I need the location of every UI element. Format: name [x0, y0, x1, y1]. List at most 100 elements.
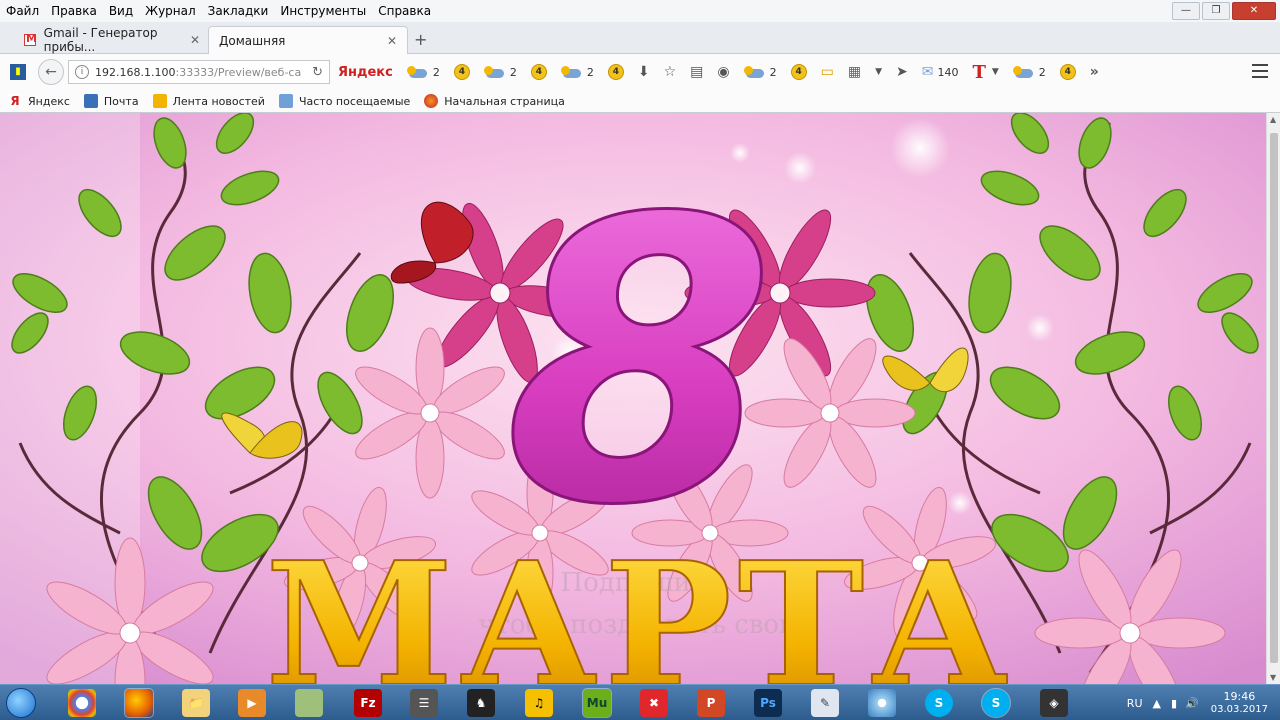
- bookmark-mail[interactable]: Почта: [83, 94, 139, 108]
- headphones-icon[interactable]: ♫: [525, 689, 553, 717]
- bookmark-label: Лента новостей: [172, 94, 265, 108]
- bookmark-star-icon[interactable]: ☆: [664, 64, 677, 80]
- big-eight: 8: [504, 136, 775, 590]
- menu-edit[interactable]: Правка: [45, 4, 103, 18]
- yandex-search-button[interactable]: Яндекс: [338, 65, 393, 80]
- menu-file[interactable]: Файл: [0, 4, 45, 18]
- language-indicator[interactable]: RU: [1127, 697, 1143, 710]
- send-icon[interactable]: ➤: [896, 64, 908, 80]
- notes-icon[interactable]: [295, 689, 323, 717]
- weather-icon: [1012, 66, 1035, 78]
- news-icon: [152, 94, 167, 108]
- coin-icon: 4: [530, 64, 547, 80]
- tray-overflow-icon[interactable]: ▲: [1153, 697, 1161, 710]
- menu-bookmarks[interactable]: Закладки: [202, 4, 275, 18]
- address-bar[interactable]: i 192.168.1.100:33333/Preview/веб-са ↻: [68, 60, 330, 84]
- weather-widget[interactable]: 2: [1012, 66, 1046, 79]
- reload-icon[interactable]: ↻: [312, 65, 323, 80]
- bookmark-label: Часто посещаемые: [298, 94, 411, 108]
- skype-icon[interactable]: S: [925, 689, 953, 717]
- bookmarks-bar: Я Яндекс Почта Лента новостей Часто посещ…: [0, 90, 1280, 113]
- dropdown-icon[interactable]: ▼: [875, 67, 882, 77]
- coin-widget[interactable]: 4: [1059, 64, 1076, 80]
- maximize-button[interactable]: ❐: [1202, 2, 1230, 20]
- network-icon[interactable]: ▮: [1171, 697, 1177, 710]
- game-icon[interactable]: ♞: [467, 689, 495, 717]
- mail-widget[interactable]: ✉ 140: [922, 64, 959, 80]
- start-button[interactable]: [6, 688, 36, 718]
- back-button[interactable]: ←: [38, 59, 64, 85]
- clock-time: 19:46: [1223, 690, 1256, 703]
- menu-hamburger-icon[interactable]: [1252, 64, 1268, 78]
- overflow-icon[interactable]: »: [1090, 64, 1099, 80]
- pocket-icon[interactable]: ◉: [717, 64, 729, 80]
- tab-close-icon[interactable]: ✕: [387, 34, 397, 48]
- weather-widget[interactable]: 2: [406, 66, 440, 79]
- bookmark-label: Яндекс: [28, 94, 70, 108]
- tab-gmail-label: Gmail - Генератор прибы...: [43, 26, 158, 54]
- dropdown-icon[interactable]: ▼: [992, 67, 999, 77]
- weather-widget[interactable]: 2: [483, 65, 517, 79]
- minimize-button[interactable]: —: [1172, 2, 1200, 20]
- weather-widget[interactable]: 2: [560, 65, 594, 79]
- tab-close-icon[interactable]: ✕: [190, 33, 200, 47]
- muse-icon[interactable]: Mu: [582, 688, 612, 718]
- chrome-icon[interactable]: [68, 689, 96, 717]
- document-icon[interactable]: ✎: [811, 689, 839, 717]
- coin-widget[interactable]: 4: [530, 64, 547, 80]
- weather-widget[interactable]: 2: [743, 66, 777, 79]
- tab-gmail[interactable]: Gmail - Генератор прибы... ✕: [14, 26, 210, 54]
- info-icon[interactable]: i: [75, 65, 89, 79]
- weather-count: 2: [509, 65, 517, 79]
- greeting-card: 8 Подпишись чтобы поздравить свою МАРТА: [0, 113, 1266, 684]
- close-window-button[interactable]: ✕: [1232, 2, 1276, 20]
- greeting-word: МАРТА: [265, 525, 1014, 684]
- apps-grid-icon[interactable]: ▦: [848, 64, 861, 80]
- bookmark-yandex[interactable]: Я Яндекс: [8, 94, 70, 108]
- weather-count: 2: [586, 65, 594, 79]
- scroll-up-icon[interactable]: ▲: [1270, 115, 1276, 124]
- xmind-icon[interactable]: ✖: [640, 689, 668, 717]
- menu-help[interactable]: Справка: [372, 4, 437, 18]
- filezilla-icon[interactable]: Fz: [354, 689, 382, 717]
- reader-icon[interactable]: ▤: [690, 64, 703, 80]
- page-content: 8 Подпишись чтобы поздравить свою МАРТА: [0, 113, 1266, 684]
- volume-icon[interactable]: 🔊: [1185, 697, 1199, 710]
- explorer-icon[interactable]: 📁: [182, 689, 210, 717]
- media-player-icon[interactable]: ▶: [238, 689, 266, 717]
- yandex-bar-icon[interactable]: ▮: [10, 64, 26, 80]
- coin-icon: 4: [790, 64, 807, 80]
- mail-count: 140: [937, 65, 959, 79]
- translate-icon[interactable]: T: [972, 62, 985, 83]
- skype-icon[interactable]: S: [981, 688, 1011, 718]
- bookmark-most-visited[interactable]: Часто посещаемые: [278, 94, 411, 108]
- clock[interactable]: 19:46 03.03.2017: [1211, 690, 1268, 716]
- coin-widget[interactable]: 4: [453, 64, 470, 80]
- photoshop-icon[interactable]: Ps: [754, 689, 782, 717]
- new-tab-button[interactable]: +: [414, 30, 427, 49]
- powerpoint-icon[interactable]: P: [697, 689, 725, 717]
- menu-bar: Файл Правка Вид Журнал Закладки Инструме…: [0, 0, 1280, 22]
- scrollbar-thumb[interactable]: [1270, 133, 1278, 663]
- yandex-icon: Я: [8, 94, 22, 108]
- vertical-scrollbar[interactable]: ▲ ▼: [1266, 113, 1280, 684]
- mail-icon: ✉: [921, 64, 934, 80]
- camera-icon[interactable]: ◈: [1040, 689, 1068, 717]
- menu-tools[interactable]: Инструменты: [274, 4, 372, 18]
- bookmark-start-page[interactable]: Начальная страница: [424, 94, 565, 108]
- tab-home[interactable]: Домашняя ✕: [208, 26, 408, 54]
- menu-history[interactable]: Журнал: [139, 4, 202, 18]
- disc-icon[interactable]: [868, 689, 896, 717]
- weather-icon: [560, 66, 583, 78]
- scroll-down-icon[interactable]: ▼: [1270, 673, 1276, 682]
- card-icon[interactable]: ▭: [821, 64, 834, 80]
- folder-icon: [278, 94, 293, 108]
- download-icon[interactable]: ⬇: [638, 64, 650, 80]
- coin-widget[interactable]: 4: [790, 64, 807, 80]
- coin-widget[interactable]: 4: [607, 64, 624, 80]
- bookmark-news[interactable]: Лента новостей: [152, 94, 265, 108]
- firefox-icon[interactable]: [124, 688, 154, 718]
- menu-view[interactable]: Вид: [103, 4, 139, 18]
- books-icon[interactable]: ☰: [410, 689, 438, 717]
- weather-icon: [743, 66, 766, 78]
